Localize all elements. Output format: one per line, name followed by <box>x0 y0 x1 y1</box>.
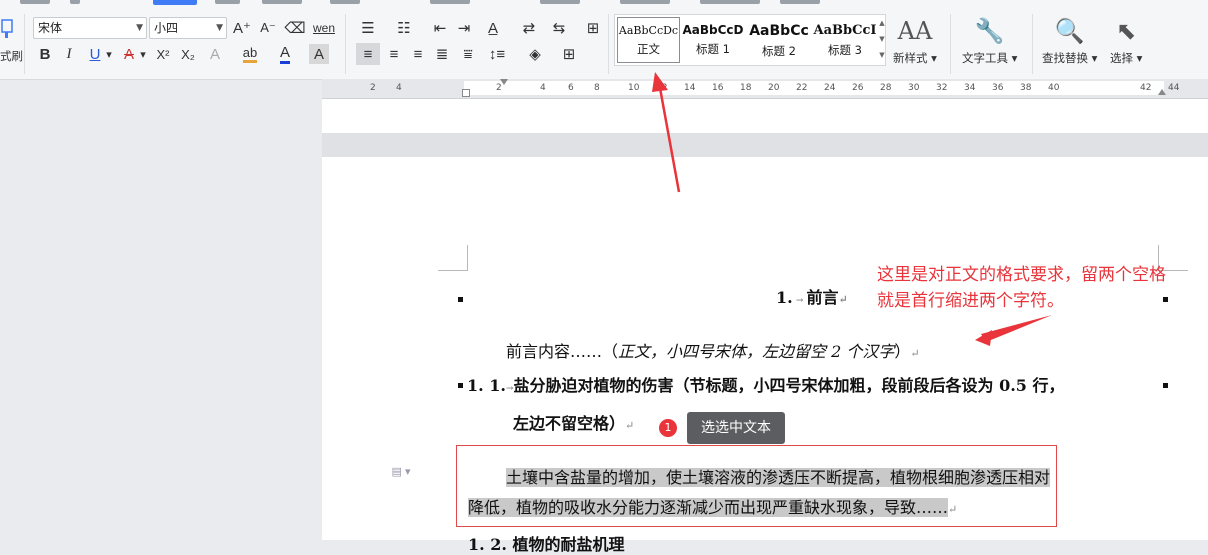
arrow-to-style-normal <box>658 87 681 193</box>
arrow-head-icon <box>975 330 992 346</box>
annotation-arrows <box>652 72 1052 346</box>
step-tooltip: 选选中文本 <box>687 412 785 444</box>
arrow-head-icon <box>981 315 1052 342</box>
step-badge: 1 <box>659 419 677 437</box>
arrow-head-icon <box>652 72 668 92</box>
